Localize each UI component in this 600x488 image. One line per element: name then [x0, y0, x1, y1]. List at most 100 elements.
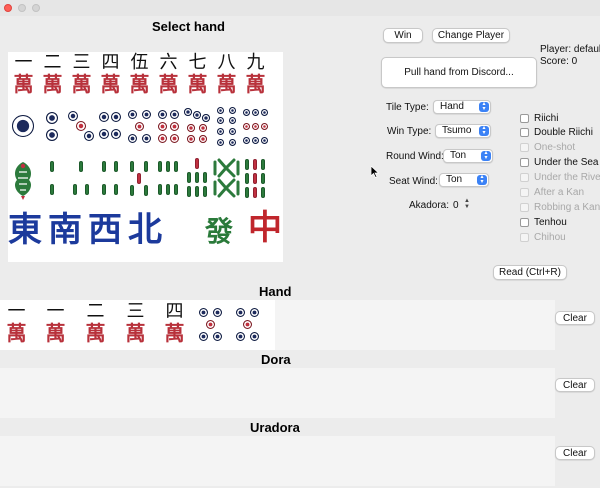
- pin-circle: [242, 122, 250, 130]
- palette-pin-tile[interactable]: [125, 104, 154, 149]
- palette-man-tile[interactable]: 二萬: [38, 53, 67, 98]
- palette-sou-tile[interactable]: [96, 156, 125, 201]
- man-number: 七: [188, 52, 207, 73]
- palette-pin-tile[interactable]: [96, 104, 125, 149]
- palette-sou-tile[interactable]: [125, 156, 154, 201]
- palette-white-dragon-tile[interactable]: [174, 210, 204, 250]
- akadora-stepper[interactable]: ▲ ▼: [463, 198, 471, 210]
- man-number: 二: [43, 52, 62, 73]
- checkbox-label: Double Riichi: [534, 127, 593, 138]
- hand-man-tile[interactable]: 一萬: [41, 302, 70, 347]
- uradora-area: [0, 436, 555, 486]
- pin-circle: [260, 136, 268, 144]
- checkbox-under-the-sea[interactable]: Under the Sea: [520, 157, 599, 168]
- checkbox-box[interactable]: [520, 128, 529, 137]
- palette-pin-tile[interactable]: [212, 104, 241, 149]
- hand-man-tile[interactable]: 四萬: [160, 302, 189, 347]
- minimize-window-button[interactable]: [18, 4, 26, 12]
- pin-circle: [193, 111, 201, 119]
- select-hand-heading: Select hand: [152, 19, 225, 34]
- palette-man-tile[interactable]: 九萬: [241, 53, 270, 98]
- change-player-button[interactable]: Change Player: [432, 28, 510, 43]
- bamboo-stick: [114, 161, 118, 172]
- pin-circle: [235, 307, 245, 317]
- man-character: 萬: [42, 72, 63, 96]
- zoom-window-button[interactable]: [32, 4, 40, 12]
- palette-wind-tile[interactable]: 北: [128, 210, 162, 250]
- pin-circle: [212, 331, 222, 341]
- pin-circle: [251, 136, 259, 144]
- checkbox-box: [520, 173, 529, 182]
- pin-circle: [187, 124, 195, 132]
- chevron-updown-icon: ▴ ▾: [479, 101, 489, 112]
- win-type-select[interactable]: Tsumo ▴ ▾: [435, 124, 491, 138]
- palette-wind-tile[interactable]: 西: [88, 210, 122, 250]
- palette-sou-tile[interactable]: [154, 156, 183, 201]
- palette-sou-1-tile[interactable]: [9, 156, 38, 201]
- win-button[interactable]: Win: [383, 28, 423, 43]
- palette-red-dragon-tile[interactable]: 中: [248, 208, 282, 248]
- tile-type-select[interactable]: Hand ▴ ▾: [433, 100, 491, 114]
- pin-circle: [199, 135, 207, 143]
- checkbox-box[interactable]: [520, 218, 529, 227]
- seat-wind-select[interactable]: Ton ▴ ▾: [439, 173, 489, 187]
- palette-green-dragon-tile[interactable]: 發: [205, 212, 233, 252]
- hand-man-tile[interactable]: 一萬: [2, 302, 31, 347]
- clear-uradora-button[interactable]: Clear: [555, 446, 595, 460]
- checkbox-box[interactable]: [520, 158, 529, 167]
- palette-man-tile[interactable]: 七萬: [183, 53, 212, 98]
- palette-pin-tile[interactable]: [38, 104, 67, 149]
- bamboo-stick: [261, 173, 265, 184]
- bamboo-stick: [253, 187, 257, 198]
- bamboo-stick: [245, 173, 249, 184]
- palette-man-tile[interactable]: 四萬: [96, 53, 125, 98]
- pin-circle: [260, 108, 268, 116]
- checkbox-riichi[interactable]: Riichi: [520, 113, 558, 124]
- read-button[interactable]: Read (Ctrl+R): [493, 265, 567, 280]
- palette-sou-tile[interactable]: [183, 156, 212, 201]
- man-number: 伍: [130, 52, 149, 73]
- pin-circle: [169, 133, 179, 143]
- checkbox-under-the-river: Under the River: [520, 172, 600, 183]
- man-number: 一: [7, 301, 26, 322]
- close-window-button[interactable]: [4, 4, 12, 12]
- palette-pin-tile[interactable]: [154, 104, 183, 149]
- palette-sou-8-tile[interactable]: [212, 156, 241, 201]
- pin-circle: [127, 133, 137, 143]
- hand-man-tile[interactable]: 三萬: [121, 302, 150, 347]
- checkbox-after-a-kan: After a Kan: [520, 187, 584, 198]
- palette-wind-tile[interactable]: 東: [8, 210, 42, 250]
- player-label: Player: default: [540, 44, 600, 55]
- hand-pin-tile[interactable]: [233, 302, 262, 347]
- pin-circle: [216, 116, 224, 124]
- palette-pin-tile[interactable]: [183, 104, 212, 149]
- palette-pin-tile[interactable]: [9, 104, 38, 149]
- hand-man-tile[interactable]: 二萬: [81, 302, 110, 347]
- hand-pin-tile[interactable]: [196, 302, 225, 347]
- palette-man-tile[interactable]: 一萬: [9, 53, 38, 98]
- clear-hand-button[interactable]: Clear: [555, 311, 595, 325]
- pin-circle: [169, 109, 179, 119]
- checkbox-box[interactable]: [520, 114, 529, 123]
- clear-dora-button[interactable]: Clear: [555, 378, 595, 392]
- palette-man-tile[interactable]: 伍萬: [125, 53, 154, 98]
- checkbox-box: [520, 188, 529, 197]
- pin-circle: [99, 129, 109, 139]
- checkbox-double-riichi[interactable]: Double Riichi: [520, 127, 593, 138]
- pin-circle: [157, 121, 167, 131]
- palette-sou-tile[interactable]: [67, 156, 96, 201]
- palette-man-tile[interactable]: 三萬: [67, 53, 96, 98]
- palette-pin-tile[interactable]: [241, 104, 270, 149]
- palette-sou-tile[interactable]: [38, 156, 67, 201]
- round-wind-select[interactable]: Ton ▴ ▾: [443, 149, 493, 163]
- checkbox-one-shot: One-shot: [520, 142, 575, 153]
- pull-hand-button[interactable]: Pull hand from Discord...: [381, 57, 537, 88]
- palette-man-tile[interactable]: 八萬: [212, 53, 241, 98]
- akadora-value[interactable]: 0: [453, 200, 459, 211]
- palette-sou-tile[interactable]: [241, 156, 270, 201]
- checkbox-box: [520, 143, 529, 152]
- palette-pin-tile[interactable]: [67, 104, 96, 149]
- checkbox-tenhou[interactable]: Tenhou: [520, 217, 567, 228]
- palette-wind-tile[interactable]: 南: [48, 210, 82, 250]
- palette-man-tile[interactable]: 六萬: [154, 53, 183, 98]
